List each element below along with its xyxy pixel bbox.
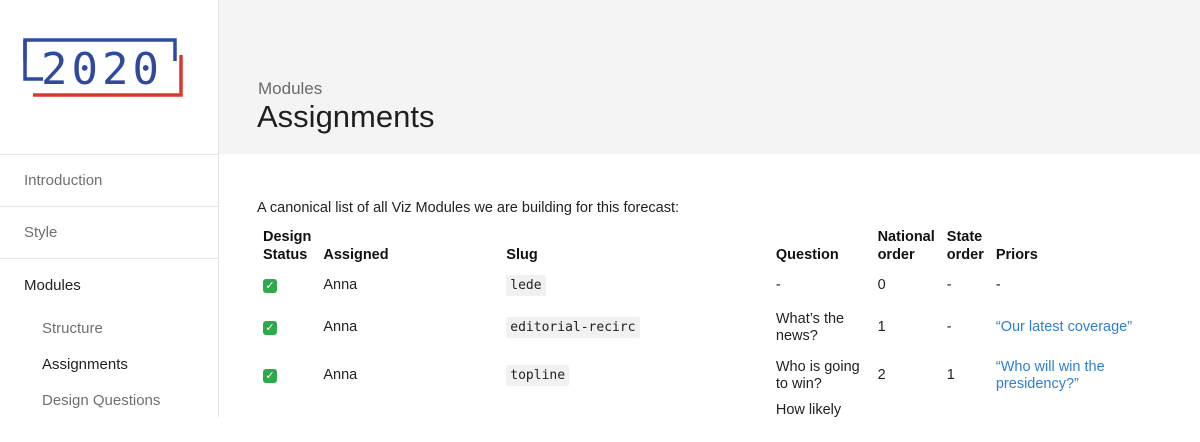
status-cell: ✓ bbox=[257, 306, 317, 349]
sidebar-item-modules[interactable]: Modules bbox=[0, 259, 218, 311]
assigned-cell: Anna bbox=[323, 319, 358, 335]
state-order-cell: - bbox=[946, 276, 952, 293]
priors-cell bbox=[990, 402, 1187, 442]
check-mark-icon: ✓ bbox=[263, 321, 277, 335]
state-order-cell bbox=[941, 402, 990, 442]
column-header-design-status: Design Status bbox=[263, 229, 312, 263]
slug-code: topline bbox=[506, 365, 570, 386]
slug-cell: topline bbox=[500, 349, 770, 402]
sidebar-subitem-assignments[interactable]: Assignments bbox=[0, 347, 218, 383]
logo-2020[interactable]: 2020 bbox=[23, 37, 183, 99]
sidebar-subitem-structure[interactable]: Structure bbox=[0, 311, 218, 347]
priors-cell: “Our latest coverage” bbox=[990, 306, 1187, 349]
national-order-cell: 1 bbox=[877, 319, 886, 335]
column-header-priors: Priors bbox=[995, 247, 1038, 263]
page-title: Assignments bbox=[257, 99, 435, 134]
column-header-assigned: Assigned bbox=[323, 247, 389, 263]
logo-area: 2020 bbox=[0, 0, 218, 155]
column-header-question: Question bbox=[775, 247, 839, 263]
national-order-cell bbox=[872, 402, 941, 442]
check-mark-icon: ✓ bbox=[263, 369, 277, 383]
table-row: ✓ Anna editorial-recirc What’s the news?… bbox=[257, 306, 1187, 349]
national-order-cell: 2 bbox=[877, 367, 886, 383]
table-header-row: Design Status Assigned Slug Question Nati… bbox=[257, 228, 1187, 264]
page-header: Modules Assignments bbox=[219, 0, 1200, 154]
check-mark-icon: ✓ bbox=[263, 278, 277, 293]
column-header-state-order: State order bbox=[946, 229, 984, 263]
state-order-cell: 1 bbox=[946, 367, 955, 383]
column-header-slug: Slug bbox=[506, 247, 538, 263]
breadcrumb[interactable]: Modules bbox=[258, 79, 322, 99]
assigned-cell: Anna bbox=[323, 276, 358, 293]
national-order-cell: 0 bbox=[877, 276, 886, 293]
table-row: ✓ Anna lede - 0 - - bbox=[257, 264, 1187, 306]
intro-text: A canonical list of all Viz Modules we a… bbox=[257, 200, 680, 216]
status-cell: ✓ bbox=[257, 349, 317, 402]
priors-link[interactable]: “Our latest coverage” bbox=[996, 319, 1132, 335]
state-order-cell: - bbox=[946, 319, 952, 335]
slug-cell bbox=[500, 402, 770, 442]
sidebar-subitem-design-questions[interactable]: Design Questions bbox=[0, 383, 218, 419]
table-row: ✓ Anna topline Who is going to win? 2 1 … bbox=[257, 349, 1187, 402]
priors-link[interactable]: “Who will win the presidency?” bbox=[996, 359, 1105, 392]
column-header-national-order: National order bbox=[877, 229, 935, 263]
sidebar: 2020 Introduction Style Modules Structur… bbox=[0, 0, 219, 417]
question-cell: What’s the news? bbox=[775, 310, 845, 344]
status-cell bbox=[257, 402, 317, 442]
question-cell: Who is going to win? bbox=[775, 358, 860, 392]
priors-cell: “Who will win the presidency?” bbox=[990, 349, 1187, 402]
sidebar-item-style[interactable]: Style bbox=[0, 207, 218, 259]
question-cell: How likely bbox=[775, 402, 842, 418]
slug-code: editorial-recirc bbox=[506, 317, 640, 338]
main-content: A canonical list of all Viz Modules we a… bbox=[257, 200, 1187, 418]
question-cell: - bbox=[775, 276, 781, 293]
assigned-cell: Anna bbox=[323, 367, 358, 383]
assigned-cell bbox=[317, 402, 500, 442]
priors-cell: - bbox=[995, 276, 1001, 293]
assignments-table: Design Status Assigned Slug Question Nati… bbox=[257, 228, 1187, 442]
slug-cell: editorial-recirc bbox=[500, 306, 770, 349]
sidebar-item-introduction[interactable]: Introduction bbox=[0, 155, 218, 207]
slug-cell: lede bbox=[500, 264, 770, 306]
logo-text: 2020 bbox=[41, 44, 163, 95]
slug-code: lede bbox=[506, 274, 546, 296]
table-row: How likely bbox=[257, 402, 1187, 442]
status-cell: ✓ bbox=[257, 264, 317, 306]
